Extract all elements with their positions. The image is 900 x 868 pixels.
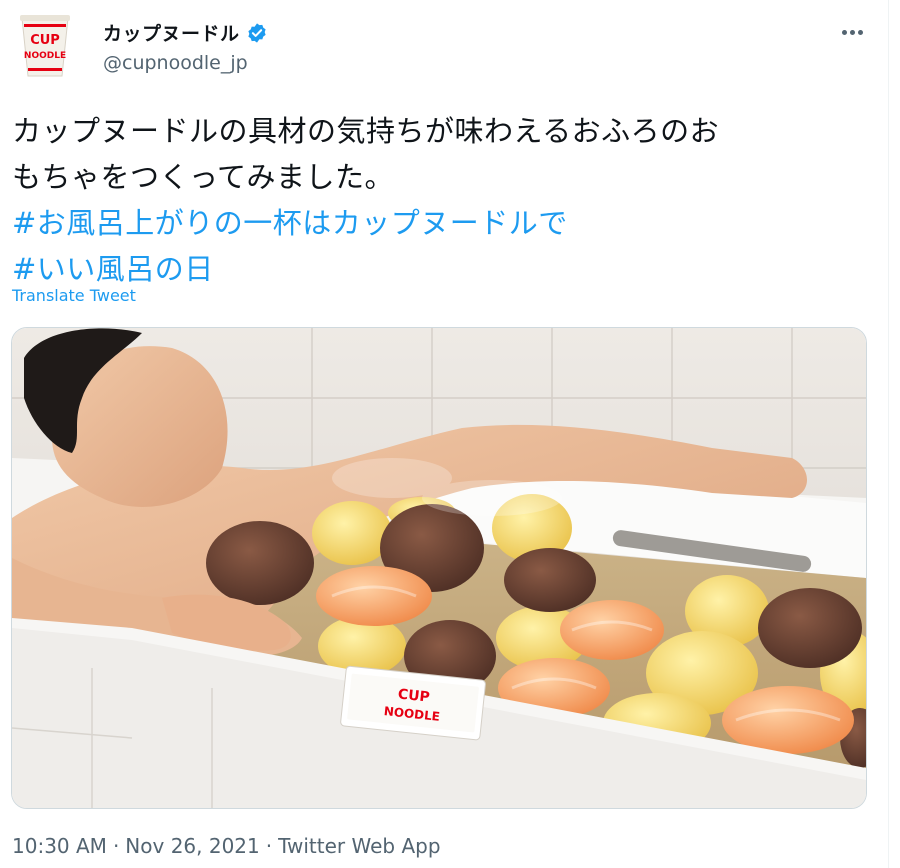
photo-icon: CUP NOODLE <box>12 328 866 808</box>
hashtag-link[interactable]: #いい風呂の日 <box>12 246 872 292</box>
more-dot-icon <box>857 29 863 35</box>
translate-tweet-link[interactable]: Translate Tweet <box>12 286 136 305</box>
separator: · <box>265 834 273 858</box>
tweet-text-line: もちゃをつくってみました。 <box>12 160 395 194</box>
svg-text:CUP: CUP <box>397 686 430 705</box>
tweet-source: Twitter Web App <box>278 834 441 858</box>
column-divider <box>888 0 889 868</box>
author-avatar[interactable]: CUP NOODLE <box>16 12 74 82</box>
separator: · <box>112 834 120 858</box>
cup-noodle-logo-icon: CUP NOODLE <box>20 15 70 77</box>
tweet-text-line: カップヌードルの具材の気持ちが味わえるおふろのお <box>12 114 720 148</box>
more-dot-icon <box>849 29 855 35</box>
tweet-text: カップヌードルの具材の気持ちが味わえるおふろのお もちゃをつくってみました。 #… <box>12 108 872 292</box>
tweet-time-link[interactable]: 10:30 AM <box>12 834 107 858</box>
tweet-photo[interactable]: CUP NOODLE <box>11 327 867 809</box>
author-handle[interactable]: @cupnoodle_jp <box>103 52 248 74</box>
tweet-date-link[interactable]: Nov 26, 2021 <box>125 834 259 858</box>
verified-badge-icon <box>247 22 266 43</box>
svg-text:CUP: CUP <box>30 33 60 48</box>
hashtag-link[interactable]: #お風呂上がりの一杯はカップヌードルで <box>12 200 872 246</box>
author-name-text: カップヌードル <box>103 23 240 45</box>
tweet-timestamp-row: 10:30 AM · Nov 26, 2021 · Twitter Web App <box>12 834 441 858</box>
more-dot-icon <box>841 29 847 35</box>
more-options-button[interactable] <box>836 18 868 46</box>
author-name[interactable]: カップヌードル <box>103 19 268 46</box>
svg-text:NOODLE: NOODLE <box>24 51 66 61</box>
